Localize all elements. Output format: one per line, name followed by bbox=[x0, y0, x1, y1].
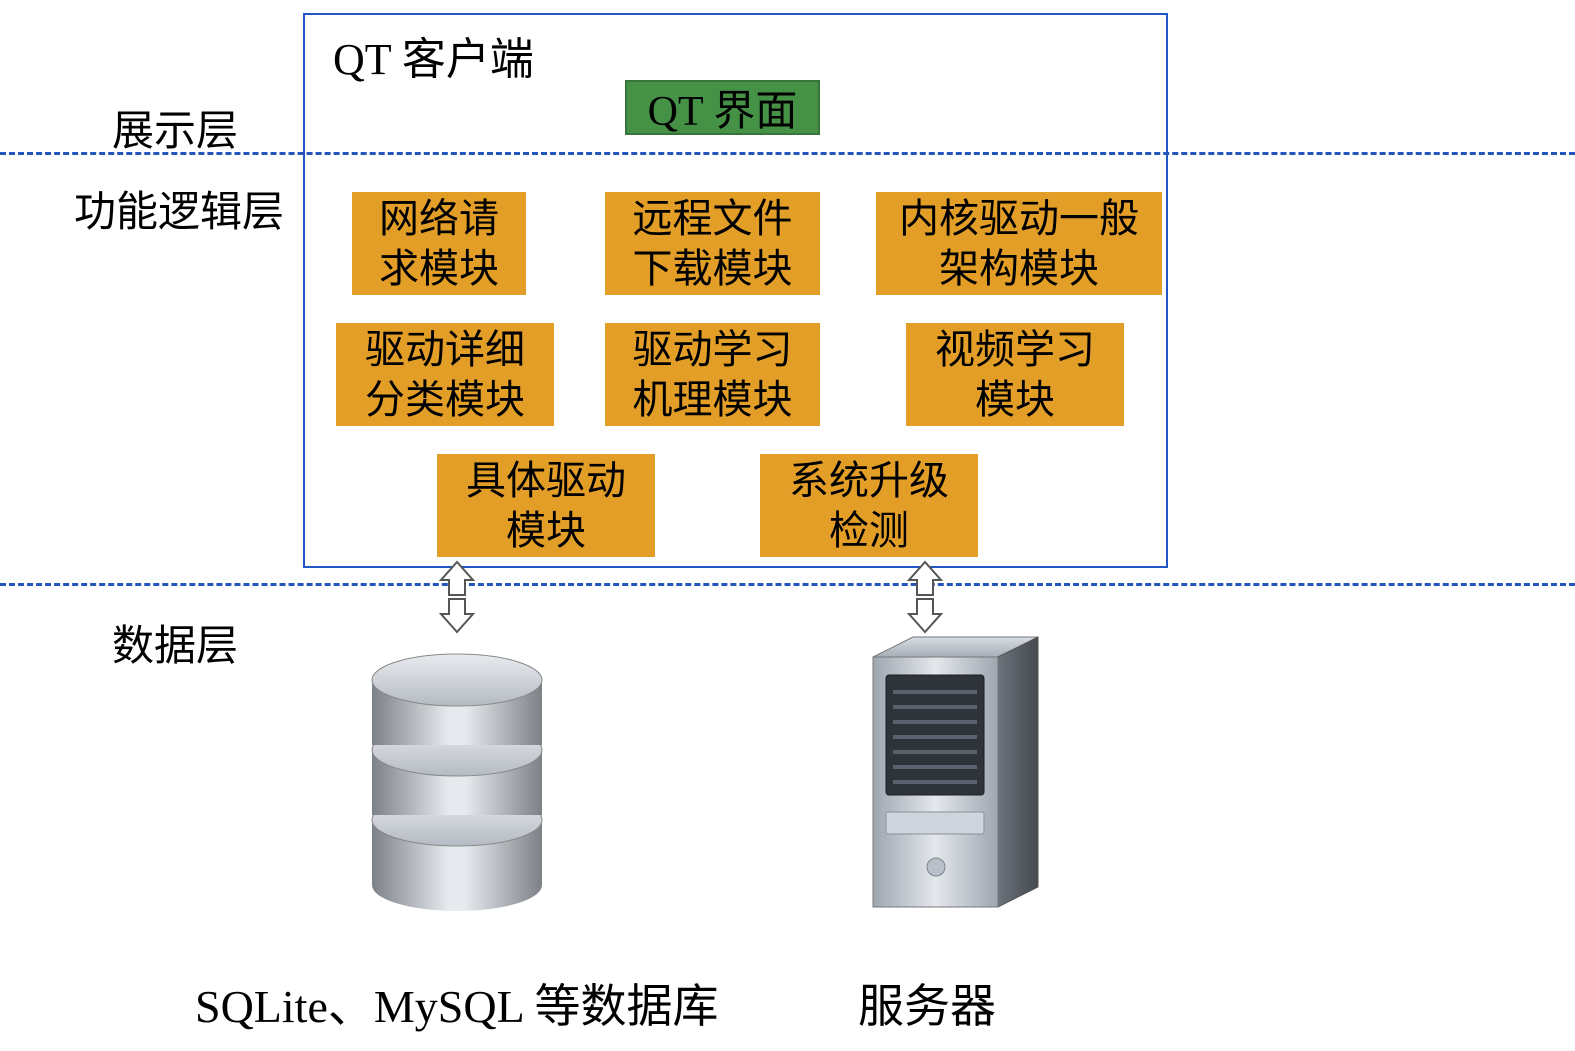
qt-client-title: QT 客户端 bbox=[333, 23, 534, 87]
module-driver-learning-mechanism: 驱动学习 机理模块 bbox=[605, 323, 820, 426]
qt-ui-box: QT 界面 bbox=[625, 80, 820, 135]
arrow-connector-db bbox=[429, 560, 485, 634]
separator-logic-data bbox=[0, 583, 1575, 586]
database-icon bbox=[362, 630, 552, 915]
layer-label-presentation: 展示层 bbox=[112, 97, 238, 158]
layer-label-data: 数据层 bbox=[112, 612, 238, 673]
module-video-learning: 视频学习 模块 bbox=[906, 323, 1124, 426]
arrow-connector-server bbox=[897, 560, 953, 634]
module-specific-driver: 具体驱动 模块 bbox=[437, 454, 655, 557]
module-remote-file-download: 远程文件 下载模块 bbox=[605, 192, 820, 295]
module-driver-detail-category: 驱动详细 分类模块 bbox=[336, 323, 554, 426]
module-kernel-driver-general: 内核驱动一般 架构模块 bbox=[876, 192, 1162, 295]
server-label: 服务器 bbox=[858, 970, 996, 1036]
module-network-request: 网络请 求模块 bbox=[352, 192, 526, 295]
database-label: SQLite、MySQL 等数据库 bbox=[195, 970, 718, 1036]
module-system-upgrade-check: 系统升级 检测 bbox=[760, 454, 978, 557]
layer-label-logic: 功能逻辑层 bbox=[74, 178, 284, 239]
server-icon bbox=[838, 627, 1053, 922]
separator-presentation-logic bbox=[0, 152, 1575, 155]
